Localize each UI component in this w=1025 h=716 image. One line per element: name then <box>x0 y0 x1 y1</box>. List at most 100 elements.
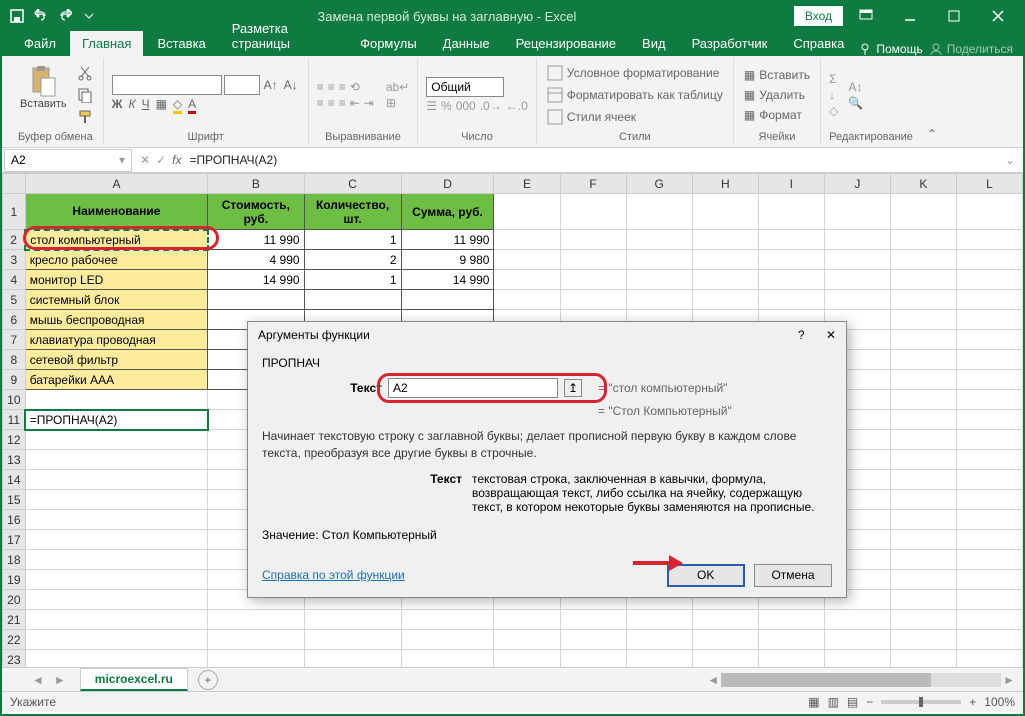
conditional-formatting[interactable]: Условное форматирование <box>545 63 725 83</box>
indent-inc-icon[interactable]: ⇥ <box>364 96 374 110</box>
col-header[interactable]: B <box>208 174 304 194</box>
decrease-font-icon[interactable]: A↓ <box>282 75 300 95</box>
insert-cells[interactable]: ▦ Вставить <box>742 66 812 84</box>
find-select-icon[interactable]: 🔍 <box>848 96 863 110</box>
copy-icon[interactable] <box>75 85 95 105</box>
ok-button[interactable]: OK <box>667 564 745 587</box>
dec-decimal-icon[interactable]: ←.0 <box>506 99 528 113</box>
share-button[interactable]: Поделиться <box>929 42 1013 56</box>
fx-icon[interactable]: fx <box>172 153 181 167</box>
col-header[interactable]: D <box>401 174 494 194</box>
delete-cells[interactable]: ▦ Удалить <box>742 86 812 104</box>
zoom-out-icon[interactable]: − <box>866 695 873 709</box>
col-header[interactable]: E <box>494 174 560 194</box>
arg-input[interactable] <box>388 378 558 398</box>
sheet-tab[interactable]: microexcel.ru <box>80 668 188 691</box>
cell[interactable]: мышь беспроводная <box>25 310 208 330</box>
align-top-icon[interactable]: ≡ <box>317 80 324 94</box>
cell-styles[interactable]: Стили ячеек <box>545 107 725 127</box>
clear-icon[interactable]: ◇ <box>829 104 838 118</box>
col-header[interactable]: C <box>304 174 401 194</box>
formula-input[interactable]: =ПРОПНАЧ(A2) <box>181 151 996 169</box>
cut-icon[interactable] <box>75 63 95 83</box>
increase-font-icon[interactable]: A↑ <box>262 75 280 95</box>
row-header[interactable]: 1 <box>3 194 26 230</box>
align-middle-icon[interactable]: ≡ <box>328 80 335 94</box>
merge-cells-icon[interactable]: ⊞ <box>386 96 409 110</box>
fill-color-button[interactable]: ◇ <box>173 97 182 114</box>
sort-filter-icon[interactable]: A↕ <box>848 80 863 94</box>
tab-review[interactable]: Рецензирование <box>504 31 628 56</box>
tab-help[interactable]: Справка <box>781 31 856 56</box>
percent-icon[interactable]: % <box>441 99 452 113</box>
next-sheet-icon[interactable]: ► <box>54 673 66 687</box>
font-color-button[interactable]: A <box>188 97 196 114</box>
collapse-ribbon-icon[interactable]: ⌃ <box>921 58 943 145</box>
border-button[interactable]: ▦ <box>156 97 167 114</box>
prev-sheet-icon[interactable]: ◄ <box>32 673 44 687</box>
comma-icon[interactable]: 000 <box>456 99 476 113</box>
add-sheet-button[interactable]: + <box>198 670 218 690</box>
underline-button[interactable]: Ч <box>142 97 150 114</box>
format-as-table[interactable]: Форматировать как таблицу <box>545 85 725 105</box>
currency-icon[interactable]: ☰ <box>426 99 437 113</box>
cell[interactable]: стол компьютерный <box>25 230 208 250</box>
function-help-link[interactable]: Справка по этой функции <box>262 568 405 582</box>
tab-formulas[interactable]: Формулы <box>348 31 429 56</box>
view-normal-icon[interactable]: ▦ <box>808 695 819 709</box>
login-button[interactable]: Вход <box>794 6 843 26</box>
cancel-button[interactable]: Отмена <box>754 564 832 587</box>
paste-button[interactable]: Вставить <box>16 60 71 129</box>
col-header[interactable]: J <box>824 174 890 194</box>
number-format[interactable] <box>426 77 504 97</box>
cell[interactable]: клавиатура проводная <box>25 330 208 350</box>
cell[interactable]: монитор LED <box>25 270 208 290</box>
active-cell[interactable]: =ПРОПНАЧ(A2) <box>25 410 208 430</box>
minimize-button[interactable] <box>889 3 931 29</box>
tab-view[interactable]: Вид <box>630 31 678 56</box>
maximize-button[interactable] <box>933 3 975 29</box>
tab-home[interactable]: Главная <box>70 31 143 56</box>
tab-developer[interactable]: Разработчик <box>680 31 780 56</box>
zoom-level[interactable]: 100% <box>984 695 1015 709</box>
view-break-icon[interactable]: ▤ <box>847 695 858 709</box>
bold-button[interactable]: Ж <box>112 97 123 114</box>
fill-icon[interactable]: ↓ <box>829 88 838 102</box>
align-center-icon[interactable]: ≡ <box>328 96 335 110</box>
save-icon[interactable] <box>6 5 28 27</box>
accept-formula-icon[interactable]: ✓ <box>156 153 166 167</box>
orientation-icon[interactable]: ⟲ <box>350 80 360 94</box>
font-name[interactable] <box>112 75 222 95</box>
format-painter-icon[interactable] <box>75 107 95 127</box>
cell[interactable]: сетевой фильтр <box>25 350 208 370</box>
col-header[interactable]: L <box>956 174 1022 194</box>
cell[interactable]: кресло рабочее <box>25 250 208 270</box>
italic-button[interactable]: К <box>129 97 136 114</box>
close-button[interactable] <box>977 3 1019 29</box>
col-header[interactable]: K <box>890 174 956 194</box>
font-size[interactable] <box>224 75 260 95</box>
tab-data[interactable]: Данные <box>431 31 502 56</box>
tab-layout[interactable]: Разметка страницы <box>220 16 346 56</box>
format-cells[interactable]: ▦ Формат <box>742 106 812 124</box>
col-header[interactable]: H <box>692 174 758 194</box>
range-picker-icon[interactable]: ↥ <box>564 379 582 397</box>
qat-dropdown-icon[interactable] <box>78 5 100 27</box>
ribbon-options-icon[interactable] <box>845 3 887 29</box>
cell[interactable]: батарейки AAA <box>25 370 208 390</box>
col-header[interactable]: A <box>25 174 208 194</box>
name-box[interactable]: A2▾ <box>4 149 132 172</box>
tab-file[interactable]: Файл <box>12 31 68 56</box>
zoom-in-icon[interactable]: + <box>969 695 976 709</box>
autosum-icon[interactable]: Σ <box>829 72 838 86</box>
cell[interactable]: системный блок <box>25 290 208 310</box>
indent-dec-icon[interactable]: ⇤ <box>350 96 360 110</box>
inc-decimal-icon[interactable]: .0→ <box>480 99 502 113</box>
align-bottom-icon[interactable]: ≡ <box>339 80 346 94</box>
dialog-close-icon[interactable]: ✕ <box>826 328 836 342</box>
col-header[interactable]: I <box>758 174 824 194</box>
wrap-text-icon[interactable]: ab↵ <box>386 80 409 94</box>
col-header[interactable]: F <box>560 174 626 194</box>
expand-formula-bar-icon[interactable]: ⌄ <box>997 153 1023 167</box>
align-left-icon[interactable]: ≡ <box>317 96 324 110</box>
